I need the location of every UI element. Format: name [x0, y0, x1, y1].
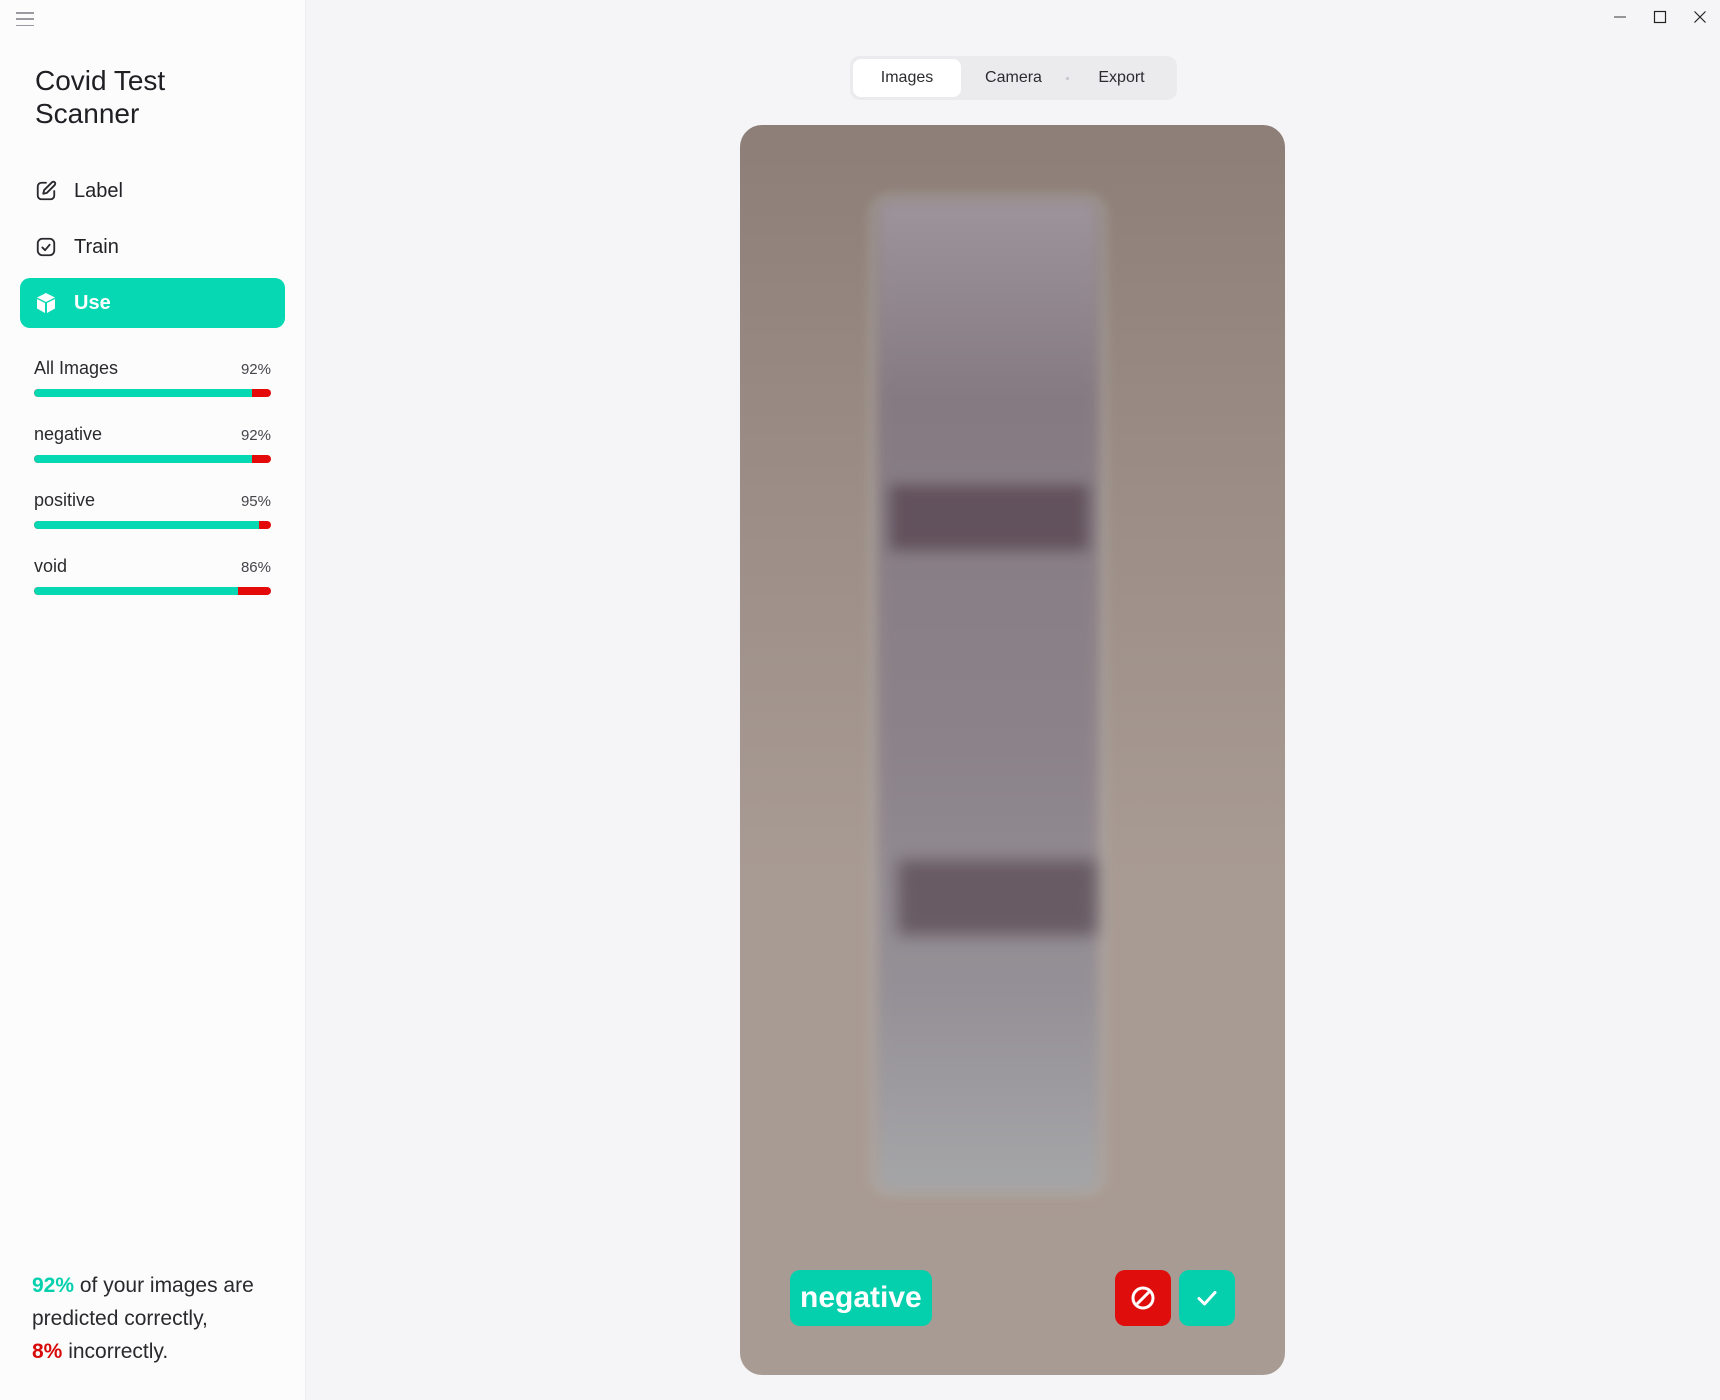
- stat-name: negative: [34, 424, 103, 444]
- stat-percent: 95%: [240, 493, 271, 510]
- accuracy-bar-fill: [34, 587, 238, 595]
- stat-negative: negative 92%: [34, 424, 271, 490]
- minimize-icon: [1614, 16, 1626, 18]
- accuracy-bar: [34, 587, 271, 595]
- image-preview: negative: [740, 125, 1285, 1375]
- sidebar: Covid Test Scanner Label Train Use All I…: [0, 0, 306, 1400]
- stat-name: All Images: [34, 358, 119, 378]
- control-line: [890, 485, 1088, 550]
- stat-name: void: [34, 556, 68, 576]
- sidebar-item-use-text: Use: [74, 291, 111, 314]
- stat-percent: 92%: [240, 361, 271, 378]
- sidebar-item-train[interactable]: Train: [20, 222, 285, 272]
- accept-button[interactable]: [1179, 1270, 1235, 1326]
- window-controls: [1600, 6, 1720, 28]
- sidebar-item-use[interactable]: Use: [20, 278, 285, 328]
- stat-void: void 86%: [34, 556, 271, 622]
- stat-name: positive: [34, 490, 96, 510]
- correct-percent: 92%: [32, 1274, 75, 1297]
- test-line: [898, 860, 1096, 935]
- check-square-icon: [34, 235, 58, 259]
- reject-button[interactable]: [1115, 1270, 1171, 1326]
- stat-percent: 92%: [240, 427, 271, 444]
- stat-percent: 86%: [240, 559, 271, 576]
- view-tabs: Images Camera Export: [850, 56, 1177, 100]
- accuracy-bar: [34, 521, 271, 529]
- maximize-button[interactable]: [1640, 6, 1680, 28]
- close-icon: [1694, 11, 1706, 23]
- sidebar-item-train-text: Train: [74, 235, 119, 258]
- incorrect-percent: 8%: [32, 1340, 63, 1363]
- accuracy-bar: [34, 455, 271, 463]
- sidebar-item-label[interactable]: Label: [20, 166, 285, 216]
- accuracy-summary: 92% of your images are predicted correct…: [32, 1269, 292, 1368]
- app-title: Covid Test Scanner: [35, 65, 166, 129]
- pencil-square-icon: [34, 179, 58, 203]
- sidebar-nav: Label Train Use: [20, 166, 285, 334]
- accuracy-bar: [34, 389, 271, 397]
- check-icon: [1197, 1291, 1217, 1306]
- minimize-button[interactable]: [1600, 6, 1640, 28]
- stat-positive: positive 95%: [34, 490, 271, 556]
- prediction-label: negative: [790, 1270, 932, 1326]
- stat-all-images: All Images 92%: [34, 358, 271, 424]
- hamburger-icon[interactable]: [16, 12, 34, 26]
- accuracy-bar-fill: [34, 455, 253, 463]
- maximize-icon: [1653, 10, 1667, 24]
- tab-camera[interactable]: Camera: [961, 59, 1066, 97]
- tab-export[interactable]: Export: [1069, 59, 1174, 97]
- ban-icon: [1131, 1286, 1155, 1310]
- cube-icon: [34, 291, 58, 315]
- test-strip: [878, 200, 1098, 1190]
- sidebar-item-label-text: Label: [74, 179, 123, 202]
- summary-text-2: incorrectly.: [62, 1340, 169, 1363]
- tab-images[interactable]: Images: [853, 59, 961, 97]
- accuracy-bar-fill: [34, 521, 260, 529]
- accuracy-stats: All Images 92% negative 92% positive 95%…: [34, 358, 271, 622]
- close-button[interactable]: [1680, 6, 1720, 28]
- accuracy-bar-fill: [34, 389, 253, 397]
